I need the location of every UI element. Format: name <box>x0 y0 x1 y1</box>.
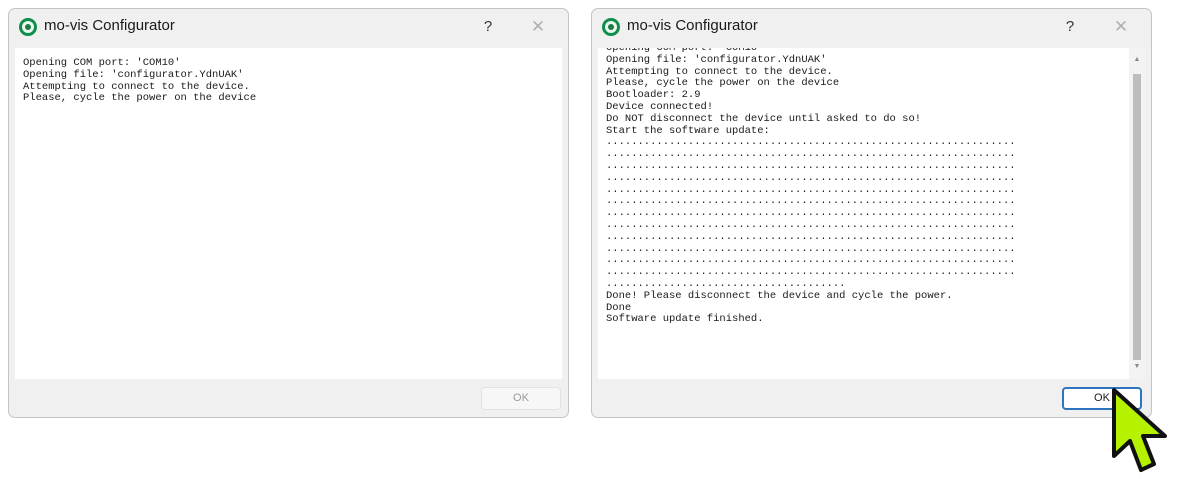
mouse-cursor-icon <box>1112 388 1167 472</box>
window-title: mo-vis Configurator <box>627 17 758 34</box>
log-output[interactable]: Opening COM port: 'COM10' Opening file: … <box>15 48 562 379</box>
close-icon[interactable]: ✕ <box>527 15 549 39</box>
configurator-dialog-right: mo-vis Configurator ? ✕ Opening COM port… <box>591 8 1152 418</box>
vertical-scrollbar[interactable]: ▲ ▼ <box>1129 48 1145 379</box>
help-button[interactable]: ? <box>1060 15 1080 39</box>
gear-icon <box>19 18 37 36</box>
window-title: mo-vis Configurator <box>44 17 175 34</box>
scroll-thumb[interactable] <box>1133 74 1141 360</box>
configurator-dialog-left: mo-vis Configurator ? ✕ Opening COM port… <box>8 8 569 418</box>
log-text: Opening COM port: 'COM10' Opening file: … <box>23 57 257 105</box>
help-button[interactable]: ? <box>478 15 498 39</box>
log-output[interactable]: Opening COM port: 'COM10' Opening file: … <box>598 48 1145 379</box>
gear-icon <box>602 18 620 36</box>
log-text: Opening COM port: 'COM10' Opening file: … <box>606 48 1016 326</box>
close-icon[interactable]: ✕ <box>1110 15 1132 39</box>
title-bar: mo-vis Configurator ? ✕ <box>9 9 568 47</box>
scroll-up-icon[interactable]: ▲ <box>1129 54 1145 66</box>
title-bar: mo-vis Configurator ? ✕ <box>592 9 1151 47</box>
ok-button[interactable]: OK <box>481 387 561 410</box>
scroll-down-icon[interactable]: ▼ <box>1129 361 1145 373</box>
